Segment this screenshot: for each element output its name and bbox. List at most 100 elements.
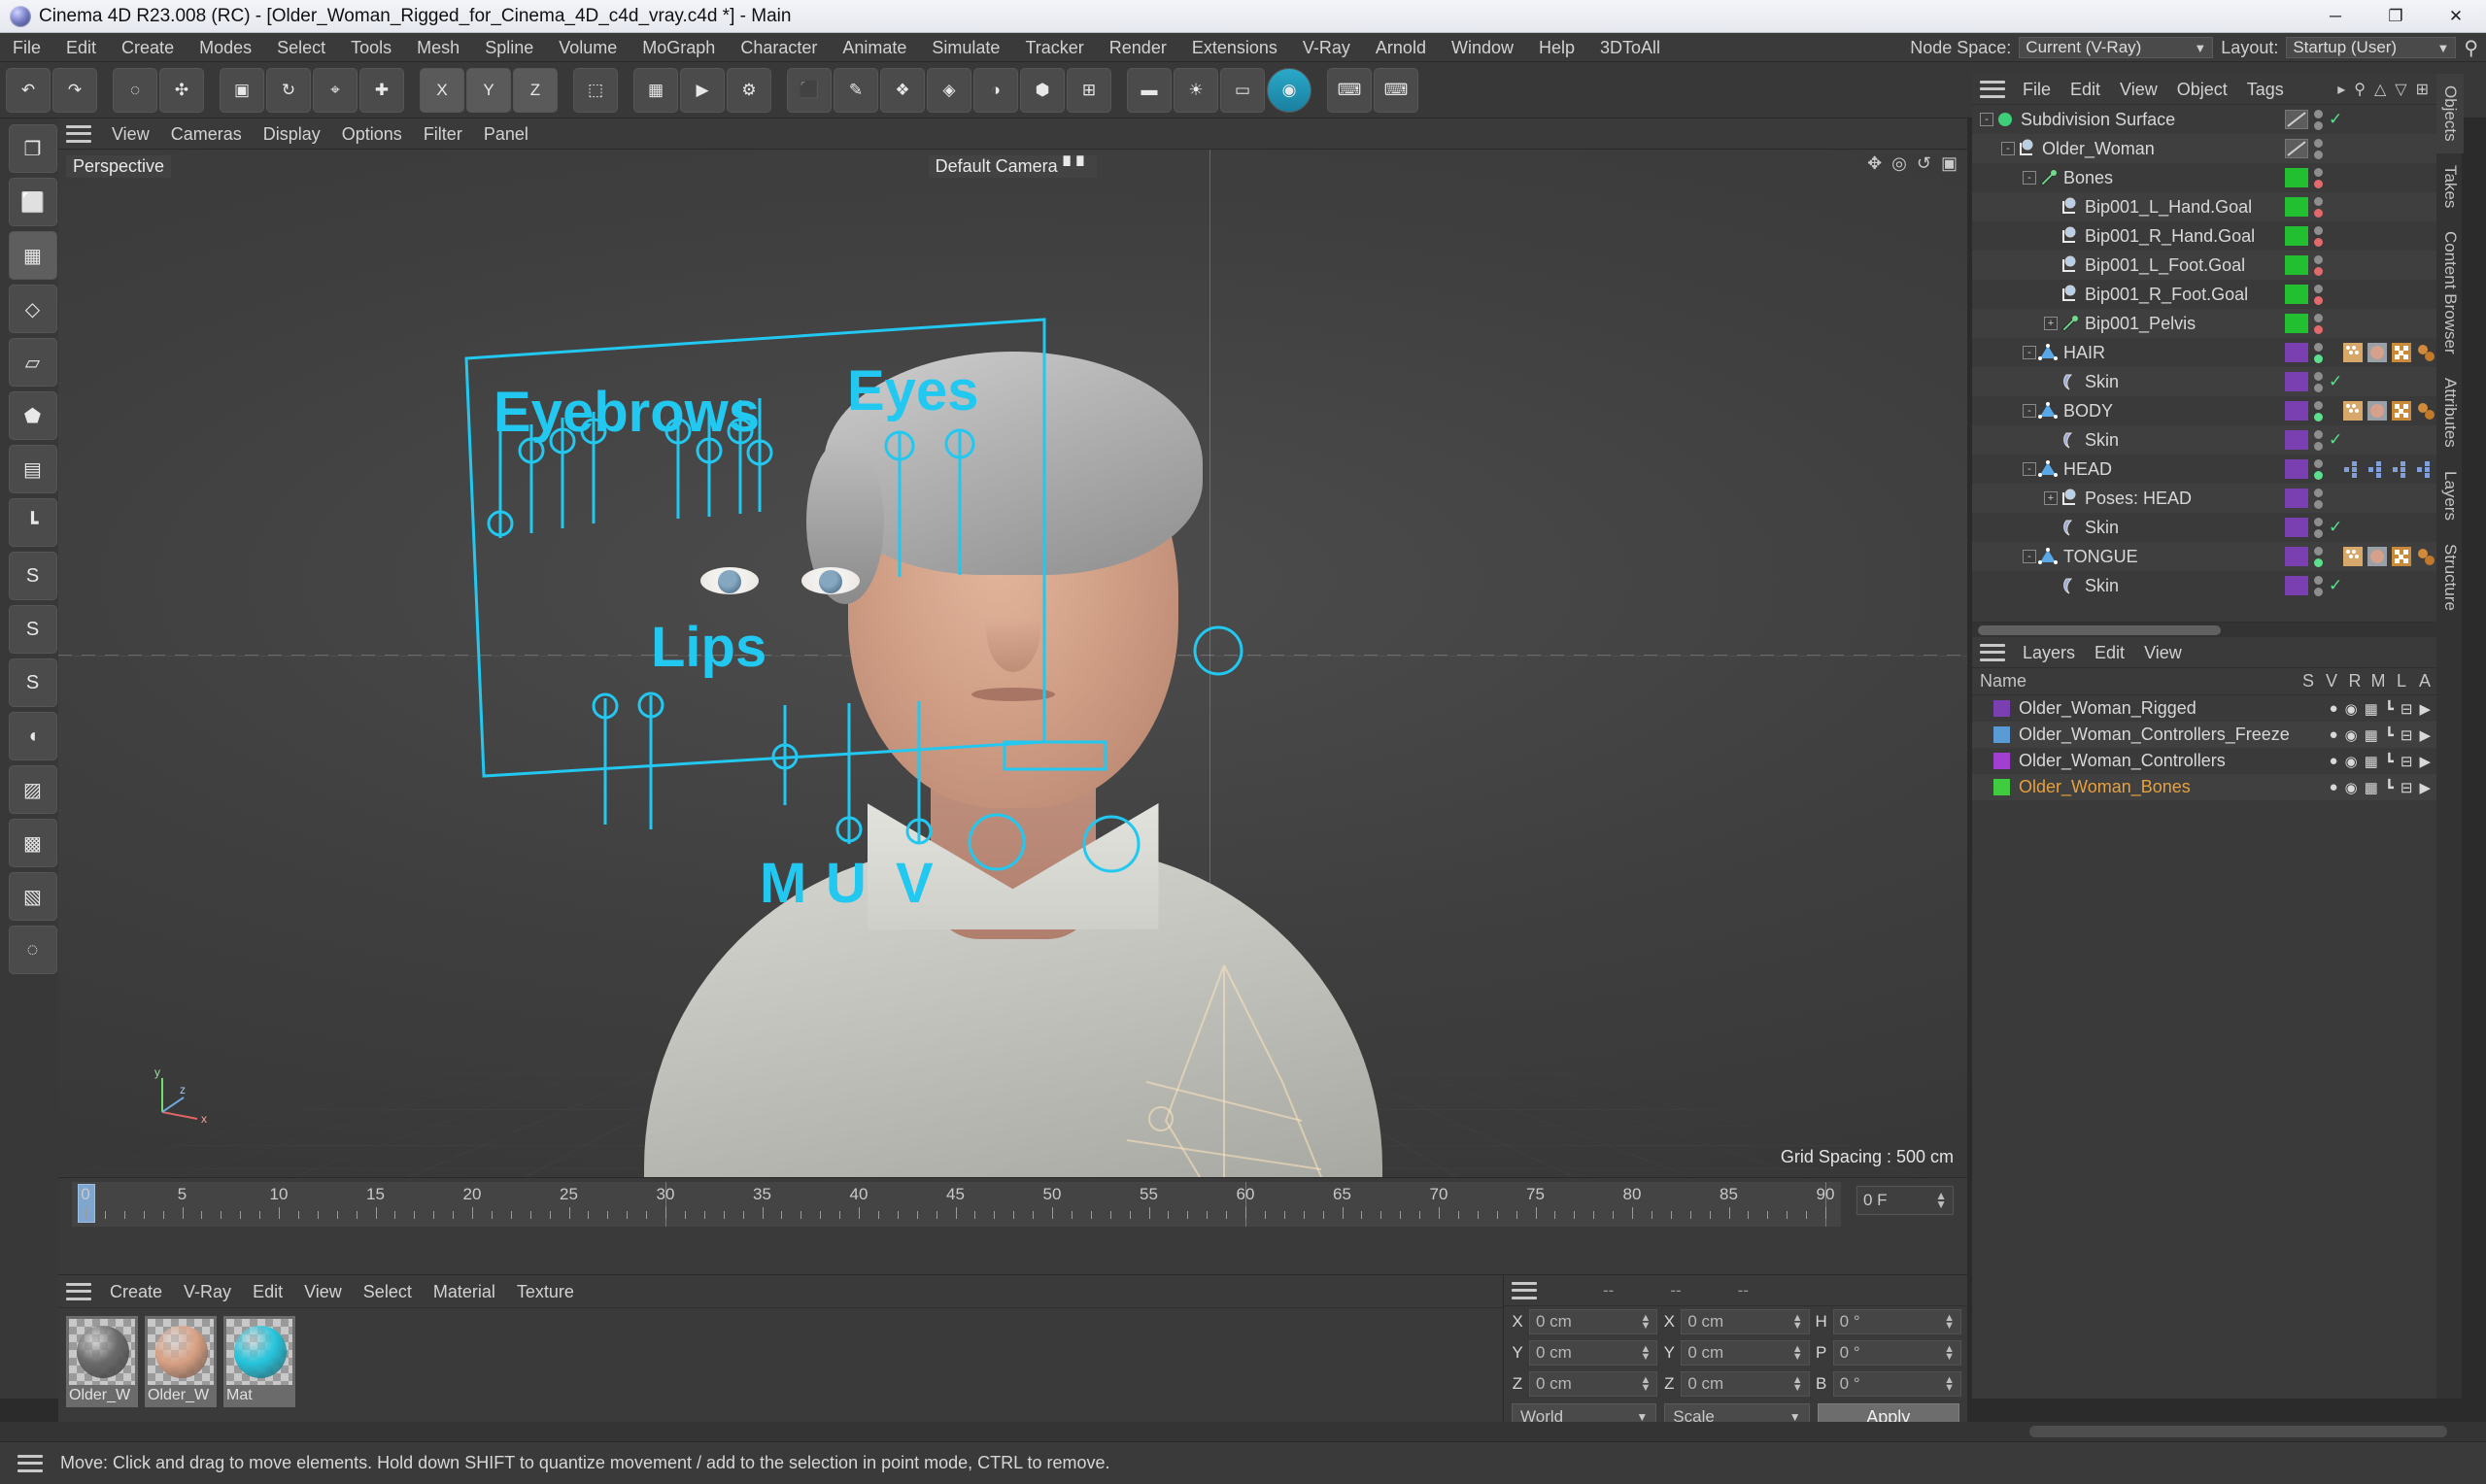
uvw-tag[interactable] (2392, 401, 2411, 421)
render-visibility-dot[interactable] (2314, 237, 2323, 247)
render-settings-button[interactable]: ⚙ (727, 67, 771, 113)
viewport-camera-label[interactable]: Default Camera ▘▘ (928, 155, 1098, 178)
menu-item-edit[interactable]: Edit (53, 33, 109, 62)
object-tree-row[interactable]: + Bip001_Pelvis (1972, 309, 2436, 338)
material-item[interactable]: Older_W (145, 1316, 217, 1407)
editor-visibility-dot[interactable] (2314, 167, 2323, 177)
enabled-check-icon[interactable]: ✓ (2329, 372, 2342, 391)
layer-color-swatch[interactable] (1993, 779, 2010, 795)
render-icon[interactable]: ▦ (2365, 700, 2378, 718)
object-visibility-dots[interactable] (2314, 458, 2323, 480)
script-manager-button[interactable]: ⌨ (1374, 67, 1418, 113)
visibility-eye-icon[interactable]: ◉ (2345, 726, 2358, 744)
object-layer-swatch[interactable] (2285, 372, 2308, 391)
animation-arrow-icon[interactable]: ▶ (2419, 700, 2431, 718)
menu-item-spline[interactable]: Spline (472, 33, 546, 62)
lock-x-axis-button[interactable]: X (420, 67, 464, 113)
editor-visibility-dot[interactable] (2314, 225, 2323, 235)
menu-item-mograph[interactable]: MoGraph (630, 33, 728, 62)
editor-visibility-dot[interactable] (2314, 196, 2323, 206)
solo-dot-icon[interactable]: ● (2330, 779, 2338, 795)
object-layer-swatch[interactable] (2285, 576, 2308, 595)
tool-axis-mode[interactable]: ┗ (8, 498, 57, 547)
light-button[interactable]: ☀ (1174, 67, 1218, 113)
phong-tag[interactable] (2343, 547, 2363, 566)
dock-tab-structure[interactable]: Structure (2436, 532, 2464, 623)
enabled-check-icon[interactable]: ✓ (2329, 430, 2342, 450)
tool-polygon-mode[interactable]: ⬟ (8, 391, 57, 440)
manager-icon[interactable]: ┗ (2385, 779, 2394, 796)
object-menu-tags[interactable]: Tags (2237, 74, 2294, 105)
layer-color-swatch[interactable] (1993, 753, 2010, 769)
dock-tab-content-browser[interactable]: Content Browser (2436, 219, 2464, 366)
editor-visibility-dot[interactable] (2314, 284, 2323, 293)
pose-morph-tag[interactable] (2343, 459, 2363, 479)
uvw-tag[interactable] (2392, 547, 2411, 566)
object-tree-row[interactable]: Skin ✓ (1972, 571, 2436, 600)
material-menu-view[interactable]: View (293, 1275, 353, 1308)
texture-tag[interactable] (2367, 547, 2387, 566)
editor-visibility-dot[interactable] (2314, 254, 2323, 264)
tool-snap-s2[interactable]: S (8, 605, 57, 654)
object-tree-row[interactable]: - Older_Woman (1972, 134, 2436, 163)
menu-item-arnold[interactable]: Arnold (1363, 33, 1439, 62)
manager-icon[interactable]: ┗ (2385, 753, 2394, 770)
object-visibility-dots[interactable] (2314, 400, 2323, 422)
material-menu-v-ray[interactable]: V-Ray (173, 1275, 242, 1308)
object-layer-swatch[interactable] (2285, 430, 2308, 450)
lock-y-axis-button[interactable]: Y (466, 67, 511, 113)
scrollbar-thumb[interactable] (1978, 625, 2221, 635)
vray-button[interactable]: ◉ (1267, 67, 1311, 113)
tree-expander[interactable]: - (2023, 550, 2036, 563)
animation-arrow-icon[interactable]: ▶ (2419, 726, 2431, 744)
stepper-arrows-icon[interactable]: ▲▼ (1944, 1344, 1955, 1363)
enabled-check-icon[interactable]: ✓ (2329, 110, 2342, 129)
menu-item-modes[interactable]: Modes (187, 33, 264, 62)
coord-size-field[interactable]: 0 cm ▲ ▼ (1681, 1340, 1810, 1366)
object-tree-row[interactable]: - TONGUE (1972, 542, 2436, 571)
object-tree-row[interactable]: - HAIR (1972, 338, 2436, 367)
render-visibility-dot[interactable] (2314, 324, 2323, 334)
live-selection-button[interactable]: ◌ (113, 67, 157, 113)
floor-button[interactable]: ▭ (1220, 67, 1265, 113)
tree-expander[interactable]: - (1980, 113, 1993, 126)
render-icon[interactable]: ▦ (2365, 779, 2378, 796)
object-menu-edit[interactable]: Edit (2060, 74, 2110, 105)
object-visibility-dots[interactable] (2314, 138, 2323, 159)
material-menu-select[interactable]: Select (353, 1275, 423, 1308)
object-visibility-dots[interactable] (2314, 371, 2323, 392)
layer-menu-view[interactable]: View (2134, 637, 2192, 668)
render-visibility-dot[interactable] (2314, 150, 2323, 159)
tool-viewport-solo-4[interactable]: ◌ (8, 926, 57, 974)
undo-button[interactable]: ↶ (6, 67, 51, 113)
current-frame-spinner[interactable]: 0 F ▲ ▼ (1856, 1186, 1954, 1215)
solo-dot-icon[interactable]: ● (2330, 700, 2338, 717)
object-layer-swatch[interactable] (2285, 401, 2308, 421)
tree-expander[interactable]: - (2023, 462, 2036, 476)
menu-item-help[interactable]: Help (1526, 33, 1587, 62)
tool-viewport-solo-3[interactable]: ▧ (8, 872, 57, 921)
enabled-check-icon[interactable]: ✓ (2329, 576, 2342, 595)
render-visibility-dot[interactable] (2314, 557, 2323, 567)
phong-tag[interactable] (2343, 401, 2363, 421)
layer-menu-edit[interactable]: Edit (2085, 637, 2134, 668)
material-menu-hamburger-icon[interactable] (66, 1282, 91, 1300)
object-tree-row[interactable]: Skin ✓ (1972, 513, 2436, 542)
tool-texture-mode[interactable]: ▦ (8, 231, 57, 280)
pan-icon[interactable]: ✥ (1867, 153, 1882, 174)
object-layer-swatch[interactable] (2285, 139, 2308, 158)
zoom-icon[interactable]: ◎ (1891, 153, 1907, 174)
horizontal-scrollbar[interactable] (2029, 1426, 2447, 1437)
material-menu-create[interactable]: Create (99, 1275, 173, 1308)
editor-visibility-dot[interactable] (2314, 488, 2323, 497)
object-tree-row[interactable]: - Subdivision Surface ✓ (1972, 105, 2436, 134)
render-visibility-dot[interactable] (2314, 120, 2323, 130)
coordinate-system-button[interactable]: ⬚ (573, 67, 618, 113)
menu-item-tracker[interactable]: Tracker (1012, 33, 1096, 62)
object-layer-swatch[interactable] (2285, 518, 2308, 537)
lock-z-axis-button[interactable]: Z (513, 67, 558, 113)
object-layer-swatch[interactable] (2285, 314, 2308, 333)
stepper-arrows-icon[interactable]: ▲▼ (1935, 1190, 1947, 1210)
lock-open-icon[interactable]: ⊟ (2401, 779, 2413, 796)
stepper-arrows-icon[interactable]: ▲▼ (1640, 1375, 1651, 1394)
